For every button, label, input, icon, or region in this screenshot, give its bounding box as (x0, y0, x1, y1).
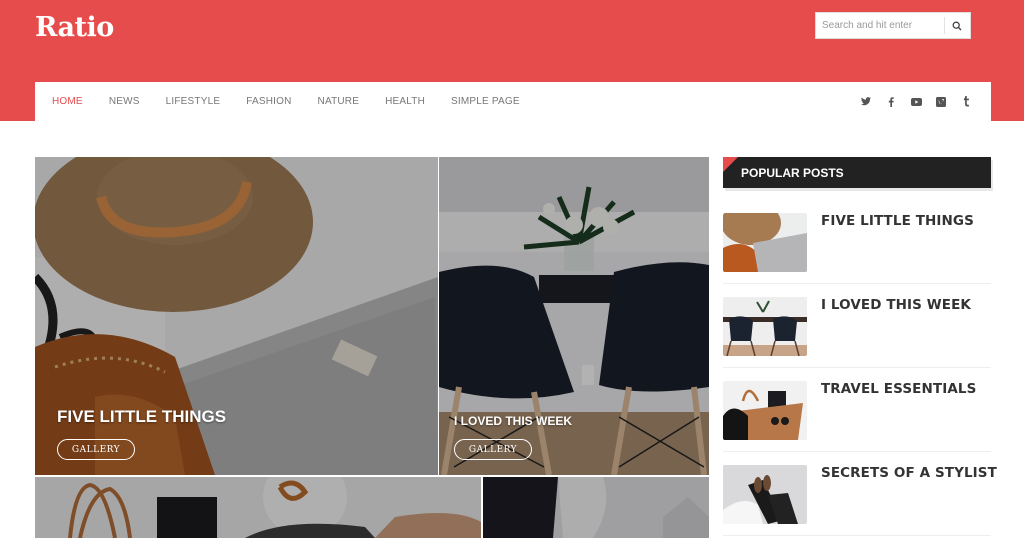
facebook-icon[interactable] (885, 96, 897, 108)
search-icon (953, 21, 962, 30)
popular-posts-heading: POPULAR POSTS (723, 157, 991, 188)
image-overlay (35, 157, 438, 475)
search-input[interactable] (816, 13, 944, 38)
featured-tile-i-loved-this-week[interactable]: I LOVED THIS WEEK GALLERY (439, 157, 709, 475)
vimeo-icon[interactable] (935, 96, 947, 108)
popular-posts-title: POPULAR POSTS (741, 165, 844, 180)
post-title[interactable]: FIVE LITTLE THINGS (821, 213, 974, 229)
gallery-button[interactable]: GALLERY (454, 439, 532, 460)
nav-item-health[interactable]: HEALTH (385, 96, 425, 107)
nav-item-nature[interactable]: NATURE (318, 96, 360, 107)
nav-item-news[interactable]: NEWS (109, 96, 140, 107)
popular-post-item[interactable]: FIVE LITTLE THINGS (723, 200, 991, 284)
post-thumbnail[interactable] (723, 297, 807, 356)
social-links (860, 82, 972, 121)
image-overlay (35, 477, 481, 538)
sidebar: POPULAR POSTS FIVE LITTLE THINGS I LOVED… (723, 157, 997, 536)
featured-title[interactable]: FIVE LITTLE THINGS (57, 407, 226, 427)
twitter-icon[interactable] (860, 96, 872, 108)
nav-item-home[interactable]: HOME (52, 96, 83, 107)
main-nav: HOME NEWS LIFESTYLE FASHION NATURE HEALT… (35, 82, 991, 121)
popular-post-item[interactable]: I LOVED THIS WEEK (723, 284, 991, 368)
popular-post-item[interactable]: SECRETS OF A STYLIST (723, 452, 997, 536)
featured-tile-five-little-things[interactable]: FIVE LITTLE THINGS GALLERY (35, 157, 438, 475)
image-overlay (483, 477, 709, 538)
nav-item-lifestyle[interactable]: LIFESTYLE (166, 96, 221, 107)
search-box (815, 12, 971, 39)
featured-tile-travel[interactable] (35, 477, 481, 538)
featured-tile-stylist[interactable] (483, 477, 709, 538)
accent-corner (723, 157, 738, 172)
post-thumbnail[interactable] (723, 465, 807, 524)
nav-item-fashion[interactable]: FASHION (246, 96, 291, 107)
post-thumbnail[interactable] (723, 381, 807, 440)
site-logo[interactable]: Ratio (35, 12, 114, 43)
gallery-button[interactable]: GALLERY (57, 439, 135, 460)
tumblr-icon[interactable] (960, 96, 972, 108)
featured-title[interactable]: I LOVED THIS WEEK (454, 414, 572, 428)
popular-post-item[interactable]: TRAVEL ESSENTIALS (723, 368, 991, 452)
post-thumbnail[interactable] (723, 213, 807, 272)
youtube-icon[interactable] (910, 96, 922, 108)
post-title[interactable]: TRAVEL ESSENTIALS (821, 381, 976, 397)
post-title[interactable]: SECRETS OF A STYLIST (821, 465, 997, 481)
featured-grid: FIVE LITTLE THINGS GALLERY I LOVED THIS … (35, 157, 709, 538)
nav-item-simple-page[interactable]: SIMPLE PAGE (451, 96, 520, 107)
post-title[interactable]: I LOVED THIS WEEK (821, 297, 971, 313)
search-button[interactable] (945, 13, 970, 38)
